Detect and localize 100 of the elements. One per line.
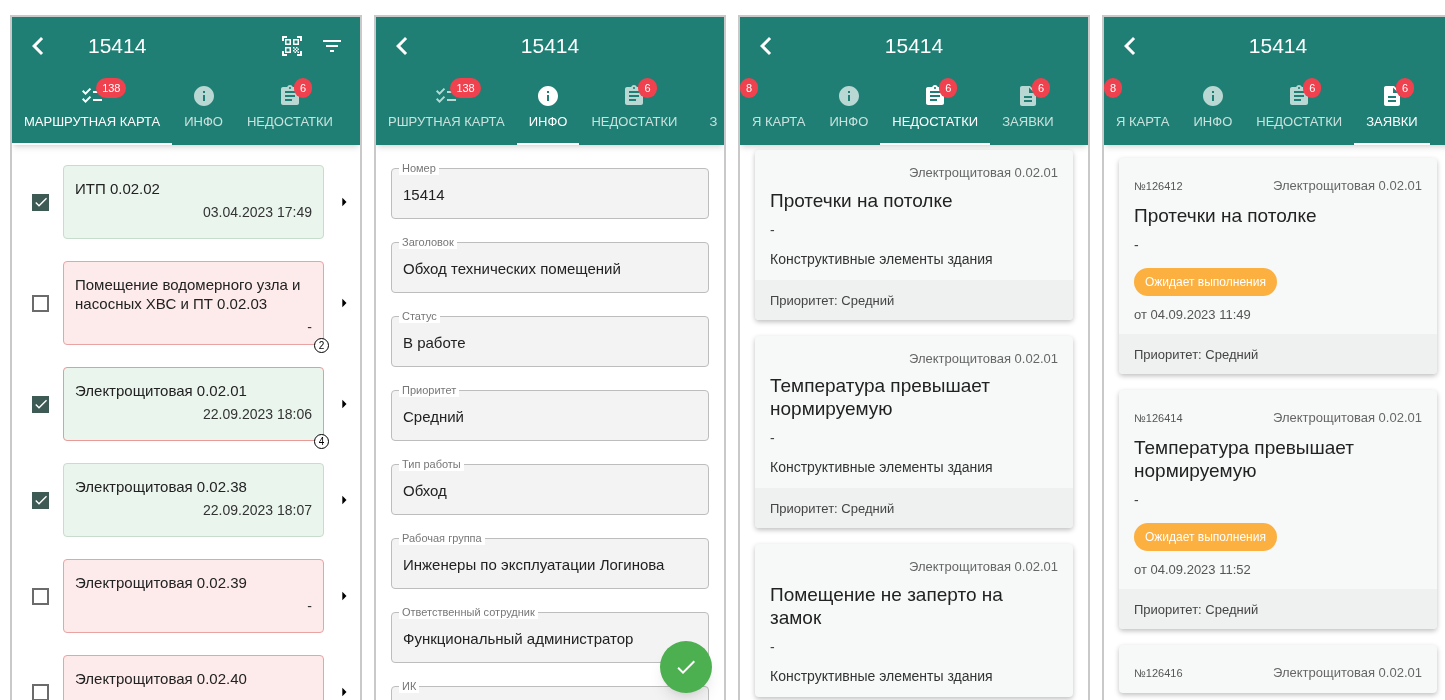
- checkbox[interactable]: [32, 294, 49, 312]
- description-text: -: [1134, 235, 1140, 255]
- point-date: -: [307, 318, 312, 337]
- info-icon: [191, 83, 216, 108]
- field-label: Номер: [399, 161, 439, 175]
- description-text: -: [1134, 490, 1140, 510]
- description-text: -: [770, 637, 776, 657]
- location-text: Электрощитовая 0.02.01: [1273, 409, 1422, 427]
- priority-text: Приоритет: Средний: [770, 501, 895, 516]
- tab[interactable]: Я КАРТА 8: [1104, 75, 1182, 145]
- category-text: Конструктивные элементы здания: [770, 458, 994, 477]
- request-title: Протечки на потолке: [1134, 203, 1318, 227]
- tab[interactable]: НЕДОСТАТКИ 6: [880, 75, 991, 145]
- point-date: 03.04.2023 17:49: [203, 203, 312, 222]
- route-point-card[interactable]: Электрощитовая 0.02.38 22.09.2023 18:07: [63, 463, 324, 537]
- count-badge: 8: [740, 78, 759, 98]
- request-date: от 04.09.2023 11:49: [1134, 305, 1252, 324]
- checkbox[interactable]: [32, 491, 49, 509]
- point-title: Электрощитовая 0.02.38: [75, 477, 248, 496]
- tab[interactable]: РШРУТНАЯ КАРТА 138: [376, 75, 517, 145]
- field-value: В работе: [403, 333, 466, 354]
- checkbox[interactable]: [32, 683, 49, 700]
- count-badge: 138: [96, 78, 127, 98]
- checkbox[interactable]: [32, 587, 49, 605]
- route-point-card[interactable]: Электрощитовая 0.02.39 -: [63, 559, 324, 633]
- priority-text: Приоритет: Средний: [1134, 602, 1259, 617]
- defect-title: Протечки на потолке: [770, 188, 954, 212]
- category-text: Конструктивные элементы здания: [770, 666, 994, 686]
- checkbox[interactable]: [32, 395, 49, 413]
- request-number: №126412: [1134, 178, 1183, 194]
- screen-title: 15414: [1248, 33, 1308, 60]
- info-icon: [836, 83, 861, 108]
- count-badge: 6: [293, 78, 313, 98]
- tab[interactable]: ИНФО: [817, 75, 881, 145]
- defect-title: Температура превышает нормируемую: [770, 374, 991, 420]
- field-label: Рабочая группа: [399, 531, 485, 545]
- priority-text: Приоритет: Средний: [1134, 347, 1259, 362]
- point-title: Помещение водомерного узла и насосных ХВС и ПТ 0.02.03: [75, 275, 302, 313]
- field-label: ИК: [399, 679, 420, 693]
- request-card[interactable]: №126414 Электрощитовая 0.02.01 Температура превышает нормируемую - Ожидает выполнения от 04.09.2023 11:52 Приоритет: Средний: [1119, 390, 1437, 629]
- point-title: Электрощитовая 0.02.40: [75, 669, 248, 688]
- request-card[interactable]: №126412 Электрощитовая 0.02.01 Протечки на потолке - Ожидает выполнения от 04.09.2023 11:49 Приоритет: Средний: [1119, 158, 1437, 374]
- request-date: от 04.09.2023 11:52: [1134, 560, 1252, 579]
- request-card[interactable]: №126416 Электрощитовая 0.02.01: [1119, 645, 1437, 693]
- tab[interactable]: НЕДОСТАТКИ 6: [235, 75, 345, 145]
- category-text: Конструктивные элементы здания: [770, 249, 994, 269]
- tab[interactable]: НЕДОСТАТКИ 6: [579, 75, 690, 145]
- screen-title: 15414: [88, 33, 147, 60]
- field-value: Функциональный администратор: [403, 629, 634, 650]
- info-icon: [1200, 83, 1225, 108]
- request-number: №126414: [1134, 410, 1183, 426]
- count-badge: 6: [1395, 78, 1415, 98]
- description-text: -: [770, 220, 776, 240]
- field-label: Приоритет: [399, 383, 460, 397]
- field-value: 15414: [403, 185, 445, 206]
- count-badge: 6: [1031, 78, 1051, 98]
- field-label: Ответственный сотрудник: [399, 605, 538, 619]
- field-label: Заголовок: [399, 235, 457, 249]
- field-label: Тип работы: [399, 457, 464, 471]
- defect-card[interactable]: Электрощитовая 0.02.01 Температура превышает нормируемую - Конструктивные элементы здания Приоритет: Средний: [755, 335, 1073, 528]
- tab[interactable]: МАРШРУТНАЯ КАРТА 138: [12, 75, 173, 145]
- defect-card[interactable]: Электрощитовая 0.02.01 Помещение не заперто на замок - Конструктивные элементы здания: [755, 544, 1073, 697]
- screen-title: 15414: [520, 33, 580, 60]
- defect-card[interactable]: Электрощитовая 0.02.01 Протечки на потолке - Конструктивные элементы здания Приоритет: Средний: [755, 150, 1073, 320]
- tab[interactable]: З: [689, 75, 724, 145]
- tab[interactable]: ЗАЯВКИ 6: [1354, 75, 1430, 145]
- count-badge: 6: [638, 78, 657, 98]
- tab[interactable]: ИНФО: [516, 75, 580, 145]
- request-number: №126416: [1134, 665, 1183, 681]
- status-chip: Ожидает выполнения: [1134, 522, 1277, 551]
- field-value: Обход: [403, 481, 447, 502]
- field-label: Статус: [399, 309, 440, 323]
- tab[interactable]: НЕДОСТАТКИ 6: [1244, 75, 1355, 145]
- field-value: Обход технических помещений: [403, 259, 621, 280]
- checkbox[interactable]: [32, 193, 49, 211]
- count-badge: 6: [939, 78, 958, 98]
- point-date: -: [307, 597, 312, 616]
- description-text: -: [770, 429, 776, 448]
- tab[interactable]: ИНФО: [1181, 75, 1245, 145]
- info-icon: [536, 83, 561, 108]
- count-badge: 138: [450, 78, 481, 98]
- route-point-card[interactable]: ИТП 0.02.02 03.04.2023 17:49: [63, 165, 324, 239]
- location-text: Электрощитовая 0.02.01: [909, 558, 1058, 576]
- tab[interactable]: ИНФО: [172, 75, 235, 145]
- tab[interactable]: Я КАРТА 8: [740, 75, 818, 145]
- count-badge: 8: [1104, 78, 1123, 98]
- point-title: Электрощитовая 0.02.01: [75, 381, 248, 400]
- field-value: Инженеры по эксплуатации Логинова: [403, 555, 665, 576]
- point-title: Электрощитовая 0.02.39: [75, 573, 248, 592]
- defect-title: Помещение не заперто на замок: [770, 582, 1004, 629]
- screen-title: 15414: [884, 33, 944, 60]
- point-title: ИТП 0.02.02: [75, 179, 161, 198]
- location-text: Электрощитовая 0.02.01: [909, 349, 1058, 368]
- point-date: 22.09.2023 18:06: [203, 405, 312, 424]
- tab[interactable]: ЗАЯВКИ 6: [990, 75, 1066, 145]
- location-text: Электрощитовая 0.02.01: [1273, 664, 1422, 682]
- count-badge: 6: [1303, 78, 1322, 98]
- route-point-card[interactable]: Электрощитовая 0.02.40: [63, 655, 324, 700]
- location-text: Электрощитовая 0.02.01: [909, 164, 1058, 182]
- qr-scan-icon[interactable]: [280, 34, 304, 58]
